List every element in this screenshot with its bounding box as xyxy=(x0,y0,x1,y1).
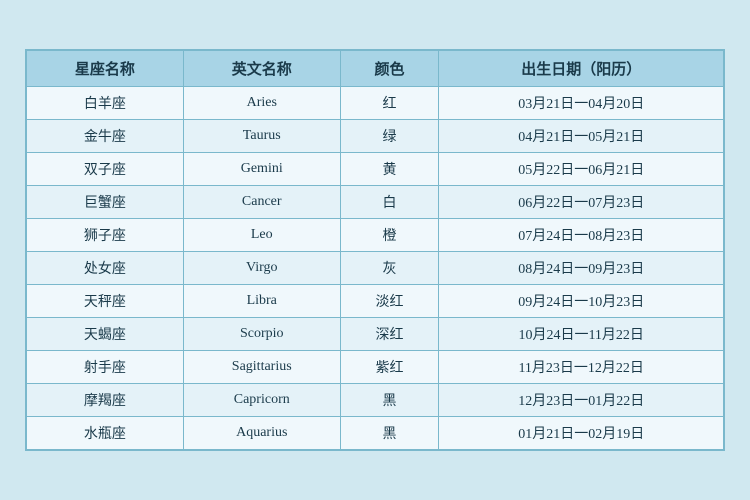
cell-color: 绿 xyxy=(340,120,439,153)
cell-color: 黑 xyxy=(340,417,439,450)
header-chinese-name: 星座名称 xyxy=(27,51,184,87)
table-body: 白羊座Aries红03月21日一04月20日金牛座Taurus绿04月21日一0… xyxy=(27,87,724,450)
header-date: 出生日期（阳历） xyxy=(439,51,724,87)
cell-date: 10月24日一11月22日 xyxy=(439,318,724,351)
cell-english-name: Sagittarius xyxy=(183,351,340,384)
zodiac-table: 星座名称 英文名称 颜色 出生日期（阳历） 白羊座Aries红03月21日一04… xyxy=(26,50,724,450)
table-row: 狮子座Leo橙07月24日一08月23日 xyxy=(27,219,724,252)
cell-english-name: Libra xyxy=(183,285,340,318)
cell-date: 08月24日一09月23日 xyxy=(439,252,724,285)
table-row: 射手座Sagittarius紫红11月23日一12月22日 xyxy=(27,351,724,384)
cell-color: 红 xyxy=(340,87,439,120)
cell-color: 灰 xyxy=(340,252,439,285)
table-row: 天秤座Libra淡红09月24日一10月23日 xyxy=(27,285,724,318)
table-row: 白羊座Aries红03月21日一04月20日 xyxy=(27,87,724,120)
cell-chinese-name: 金牛座 xyxy=(27,120,184,153)
cell-english-name: Gemini xyxy=(183,153,340,186)
cell-date: 03月21日一04月20日 xyxy=(439,87,724,120)
cell-english-name: Cancer xyxy=(183,186,340,219)
cell-color: 紫红 xyxy=(340,351,439,384)
cell-color: 黑 xyxy=(340,384,439,417)
table-row: 天蝎座Scorpio深红10月24日一11月22日 xyxy=(27,318,724,351)
cell-chinese-name: 白羊座 xyxy=(27,87,184,120)
zodiac-table-container: 星座名称 英文名称 颜色 出生日期（阳历） 白羊座Aries红03月21日一04… xyxy=(25,49,725,451)
cell-english-name: Leo xyxy=(183,219,340,252)
cell-chinese-name: 狮子座 xyxy=(27,219,184,252)
table-header-row: 星座名称 英文名称 颜色 出生日期（阳历） xyxy=(27,51,724,87)
cell-chinese-name: 处女座 xyxy=(27,252,184,285)
cell-english-name: Capricorn xyxy=(183,384,340,417)
cell-chinese-name: 水瓶座 xyxy=(27,417,184,450)
cell-date: 09月24日一10月23日 xyxy=(439,285,724,318)
cell-english-name: Aries xyxy=(183,87,340,120)
cell-date: 07月24日一08月23日 xyxy=(439,219,724,252)
cell-english-name: Scorpio xyxy=(183,318,340,351)
table-row: 摩羯座Capricorn黑12月23日一01月22日 xyxy=(27,384,724,417)
table-row: 水瓶座Aquarius黑01月21日一02月19日 xyxy=(27,417,724,450)
cell-date: 05月22日一06月21日 xyxy=(439,153,724,186)
header-color: 颜色 xyxy=(340,51,439,87)
table-row: 巨蟹座Cancer白06月22日一07月23日 xyxy=(27,186,724,219)
table-row: 金牛座Taurus绿04月21日一05月21日 xyxy=(27,120,724,153)
cell-color: 淡红 xyxy=(340,285,439,318)
table-row: 处女座Virgo灰08月24日一09月23日 xyxy=(27,252,724,285)
header-english-name: 英文名称 xyxy=(183,51,340,87)
cell-chinese-name: 射手座 xyxy=(27,351,184,384)
cell-color: 橙 xyxy=(340,219,439,252)
cell-chinese-name: 天秤座 xyxy=(27,285,184,318)
cell-color: 白 xyxy=(340,186,439,219)
cell-color: 黄 xyxy=(340,153,439,186)
cell-date: 06月22日一07月23日 xyxy=(439,186,724,219)
cell-date: 04月21日一05月21日 xyxy=(439,120,724,153)
cell-date: 01月21日一02月19日 xyxy=(439,417,724,450)
cell-date: 12月23日一01月22日 xyxy=(439,384,724,417)
cell-english-name: Aquarius xyxy=(183,417,340,450)
cell-chinese-name: 摩羯座 xyxy=(27,384,184,417)
cell-chinese-name: 天蝎座 xyxy=(27,318,184,351)
cell-chinese-name: 双子座 xyxy=(27,153,184,186)
cell-date: 11月23日一12月22日 xyxy=(439,351,724,384)
cell-english-name: Virgo xyxy=(183,252,340,285)
cell-english-name: Taurus xyxy=(183,120,340,153)
cell-color: 深红 xyxy=(340,318,439,351)
cell-chinese-name: 巨蟹座 xyxy=(27,186,184,219)
table-row: 双子座Gemini黄05月22日一06月21日 xyxy=(27,153,724,186)
